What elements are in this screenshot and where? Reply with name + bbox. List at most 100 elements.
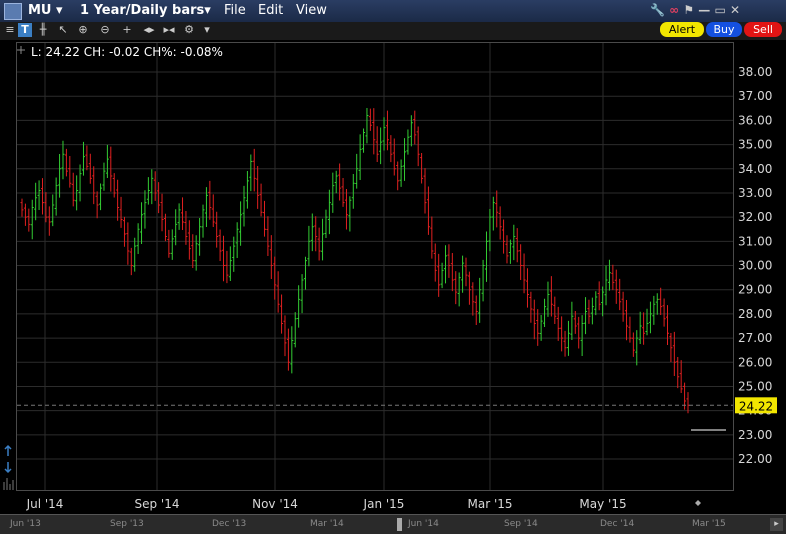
ohlc-bar xyxy=(652,295,656,325)
ohlc-bar xyxy=(259,183,263,217)
ohlc-bar xyxy=(484,231,488,282)
ohlc-bar xyxy=(187,220,191,260)
sb-label: Jun '13 xyxy=(10,519,41,529)
ohlc-bar xyxy=(474,295,478,325)
ohlc-bar xyxy=(34,182,38,221)
ohlc-bar xyxy=(399,159,403,187)
ohlc-bar xyxy=(317,227,321,261)
ohlc-bar xyxy=(112,173,116,198)
sb-label: Sep '13 xyxy=(110,519,144,529)
ohlc-bar xyxy=(61,140,65,180)
ohlc-bar xyxy=(502,219,506,254)
ohlc-bar xyxy=(249,154,253,192)
ohlc-bar xyxy=(146,177,150,205)
scrollbar-thumb[interactable] xyxy=(397,518,402,531)
sb-label: Jun '14 xyxy=(408,519,439,529)
ohlc-bar xyxy=(444,245,448,284)
ohlc-bar xyxy=(242,185,246,227)
last-price-label: 24.22 xyxy=(739,399,773,413)
time-scrollbar[interactable]: Jun '13 Sep '13 Dec '13 Mar '14 Jun '14 … xyxy=(0,514,786,534)
sb-label: Sep '14 xyxy=(504,519,538,529)
ohlc-bar xyxy=(99,183,103,211)
x-tick-label: Jan '15 xyxy=(363,497,405,511)
ohlc-bar xyxy=(321,218,325,261)
up-arrow-icon[interactable] xyxy=(4,444,12,456)
ohlc-bar xyxy=(174,209,178,246)
ohlc-bar xyxy=(266,216,270,256)
y-tick-label: 27.00 xyxy=(738,331,772,345)
ohlc-bar xyxy=(228,246,232,282)
y-tick-label: 33.00 xyxy=(738,186,772,200)
ohlc-bar xyxy=(314,216,318,252)
ohlc-bar xyxy=(116,179,120,221)
ohlc-bar xyxy=(181,197,185,231)
ohlc-bar xyxy=(628,316,632,343)
ohlc-bar xyxy=(239,201,243,246)
y-tick-label: 34.00 xyxy=(738,162,772,176)
ohlc-bar xyxy=(252,148,256,192)
ohlc-bar xyxy=(508,239,512,264)
ohlc-bar xyxy=(631,332,635,357)
ohlc-bar xyxy=(655,293,659,315)
ohlc-bar xyxy=(344,188,348,230)
ohlc-bar xyxy=(406,129,410,155)
ohlc-bar xyxy=(666,305,670,345)
ohlc-bar xyxy=(365,107,369,144)
ohlc-bar xyxy=(481,259,485,302)
ohlc-bar xyxy=(163,213,167,242)
y-tick-label: 22.00 xyxy=(738,452,772,466)
ohlc-bar xyxy=(625,300,629,341)
ohlc-bar xyxy=(426,186,430,235)
ohlc-bar xyxy=(590,297,594,325)
price-chart[interactable]: 22.0023.0024.0025.0026.0027.0028.0029.00… xyxy=(0,0,786,534)
x-tick-label: Jul '14 xyxy=(26,497,64,511)
crosshair-corner-icon xyxy=(17,46,25,54)
ohlc-bar xyxy=(553,296,557,325)
ohlc-bar xyxy=(368,108,372,131)
ohlc-bar xyxy=(81,141,85,176)
ohlc-bar xyxy=(208,180,212,220)
volume-icon[interactable] xyxy=(3,478,14,490)
ohlc-bar xyxy=(549,276,553,317)
ohlc-bar xyxy=(560,316,564,352)
ohlc-bar xyxy=(256,165,260,209)
ohlc-bar xyxy=(20,198,24,217)
ohlc-bar xyxy=(467,271,471,305)
ohlc-bar xyxy=(300,274,304,314)
y-tick-label: 25.00 xyxy=(738,379,772,393)
ohlc-bar xyxy=(47,206,51,236)
ohlc-bar xyxy=(95,191,99,219)
y-tick-label: 23.00 xyxy=(738,428,772,442)
ohlc-bar xyxy=(245,171,249,209)
y-tick-label: 26.00 xyxy=(738,355,772,369)
ohlc-bar xyxy=(635,330,639,366)
ohlc-bar xyxy=(584,297,588,335)
ohlc-bar xyxy=(614,269,618,304)
ohlc-bar xyxy=(327,189,331,235)
ohlc-bar xyxy=(23,203,27,226)
ohlc-bar xyxy=(532,299,536,340)
x-tick-label: May '15 xyxy=(579,497,626,511)
ohlc-bar xyxy=(440,262,444,289)
ohlc-bar xyxy=(669,332,673,363)
sb-label: Dec '13 xyxy=(212,519,247,529)
ohlc-bar xyxy=(51,194,55,227)
ohlc-bar xyxy=(433,243,437,282)
ohlc-bar xyxy=(351,174,355,209)
ohlc-bar xyxy=(222,235,226,282)
ohlc-bar xyxy=(153,171,157,201)
ohlc-bar xyxy=(310,213,314,252)
ohlc-bar xyxy=(447,244,451,278)
ohlc-bar xyxy=(358,134,362,180)
ohlc-bar xyxy=(71,172,75,207)
down-arrow-icon[interactable] xyxy=(4,462,12,474)
ohlc-bar xyxy=(105,144,109,178)
ohlc-bar xyxy=(488,209,492,252)
ohlc-bar xyxy=(341,177,345,207)
ohlc-bar xyxy=(580,315,584,356)
scroll-right-arrow-icon[interactable]: ▸ xyxy=(770,518,783,531)
ohlc-bar xyxy=(529,291,533,323)
ohlc-bar xyxy=(119,196,123,228)
y-tick-label: 29.00 xyxy=(738,283,772,297)
scroll-marker-icon[interactable] xyxy=(695,500,701,506)
